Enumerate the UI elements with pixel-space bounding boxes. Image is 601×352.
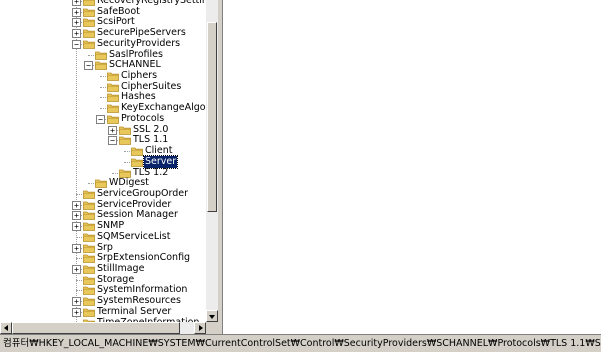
plus-box-icon[interactable]: + — [72, 222, 81, 232]
status-bar: 컴퓨터₩HKEY_LOCAL_MACHINE₩SYSTEM₩CurrentCon… — [0, 334, 601, 352]
minus-box-icon[interactable]: − — [72, 39, 81, 49]
plus-box-icon[interactable]: + — [72, 211, 81, 221]
minus-box-icon[interactable]: − — [108, 136, 117, 146]
scroll-left-button[interactable] — [0, 322, 12, 334]
plus-box-icon[interactable]: + — [72, 297, 81, 307]
folder-icon — [83, 200, 95, 210]
folder-icon — [107, 92, 119, 103]
tree-item[interactable]: − TLS 1.1 — [0, 134, 206, 146]
tree-item[interactable]: TLS 1.2 — [0, 167, 206, 179]
folder-icon — [83, 7, 95, 17]
folder-icon — [131, 157, 143, 167]
tree-item[interactable]: − SecurityProviders — [0, 38, 206, 50]
minus-box-icon[interactable]: − — [96, 114, 105, 124]
folder-icon — [83, 189, 95, 199]
plus-box-icon[interactable]: + — [72, 200, 81, 210]
registry-tree-pane[interactable]: + RecoveryRegistrySetting + SafeBoot + ScsiPo… — [0, 0, 218, 334]
folder-icon — [95, 50, 107, 60]
tree-item[interactable]: Server — [0, 154, 206, 169]
vertical-scroll-thumb[interactable] — [207, 22, 217, 212]
folder-icon — [83, 39, 95, 49]
tree-vertical-scrollbar[interactable] — [206, 0, 218, 322]
folder-icon — [83, 243, 95, 253]
folder-icon — [83, 232, 95, 242]
folder-icon — [83, 264, 95, 274]
folder-icon — [95, 60, 107, 71]
tree-item[interactable]: SaslProfiles — [0, 49, 206, 61]
arrow-right-icon — [199, 325, 203, 331]
folder-icon — [83, 221, 95, 232]
folder-icon — [131, 146, 143, 156]
scroll-down-button[interactable] — [206, 310, 218, 322]
plus-box-icon[interactable]: + — [72, 0, 81, 6]
scrollbar-corner — [206, 322, 218, 334]
plus-box-icon[interactable]: + — [72, 307, 81, 317]
plus-box-icon[interactable]: + — [72, 18, 81, 28]
tree-item[interactable]: CipherSuites — [0, 81, 206, 93]
plus-box-icon[interactable]: + — [72, 265, 81, 274]
minus-box-icon[interactable]: − — [84, 61, 93, 71]
folder-icon — [83, 275, 95, 285]
horizontal-scroll-thumb[interactable] — [12, 322, 180, 334]
folder-icon — [83, 210, 95, 221]
arrow-left-icon — [4, 325, 8, 331]
folder-icon — [83, 307, 95, 317]
plus-box-icon[interactable]: + — [72, 7, 81, 17]
folder-icon — [107, 82, 119, 92]
registry-values-pane[interactable] — [222, 0, 601, 334]
folder-icon — [107, 71, 119, 81]
status-path: 컴퓨터₩HKEY_LOCAL_MACHINE₩SYSTEM₩CurrentCon… — [3, 338, 601, 349]
folder-icon — [83, 28, 95, 39]
folder-icon — [83, 296, 95, 307]
folder-icon — [107, 103, 119, 114]
folder-icon — [119, 125, 131, 135]
folder-icon — [95, 178, 107, 189]
plus-box-icon[interactable]: + — [72, 243, 81, 253]
folder-icon — [107, 114, 119, 124]
folder-icon — [83, 17, 95, 28]
scroll-right-button[interactable] — [194, 322, 206, 334]
tree-item[interactable]: + SSL 2.0 — [0, 124, 206, 136]
folder-icon — [83, 0, 95, 6]
plus-box-icon[interactable]: + — [108, 125, 117, 135]
plus-box-icon[interactable]: + — [72, 29, 81, 39]
folder-icon — [119, 168, 131, 178]
folder-icon — [83, 285, 95, 296]
tree-item[interactable]: − Protocols — [0, 113, 206, 125]
folder-icon — [83, 253, 95, 264]
tree-item[interactable]: KeyExchangeAlgorithm — [0, 102, 206, 114]
registry-tree[interactable]: + RecoveryRegistrySetting + SafeBoot + ScsiPo… — [0, 0, 206, 322]
folder-icon — [119, 135, 131, 146]
arrow-down-icon — [209, 315, 215, 319]
tree-horizontal-scrollbar[interactable] — [0, 322, 206, 334]
tree-item[interactable]: − SCHANNEL — [0, 59, 206, 71]
